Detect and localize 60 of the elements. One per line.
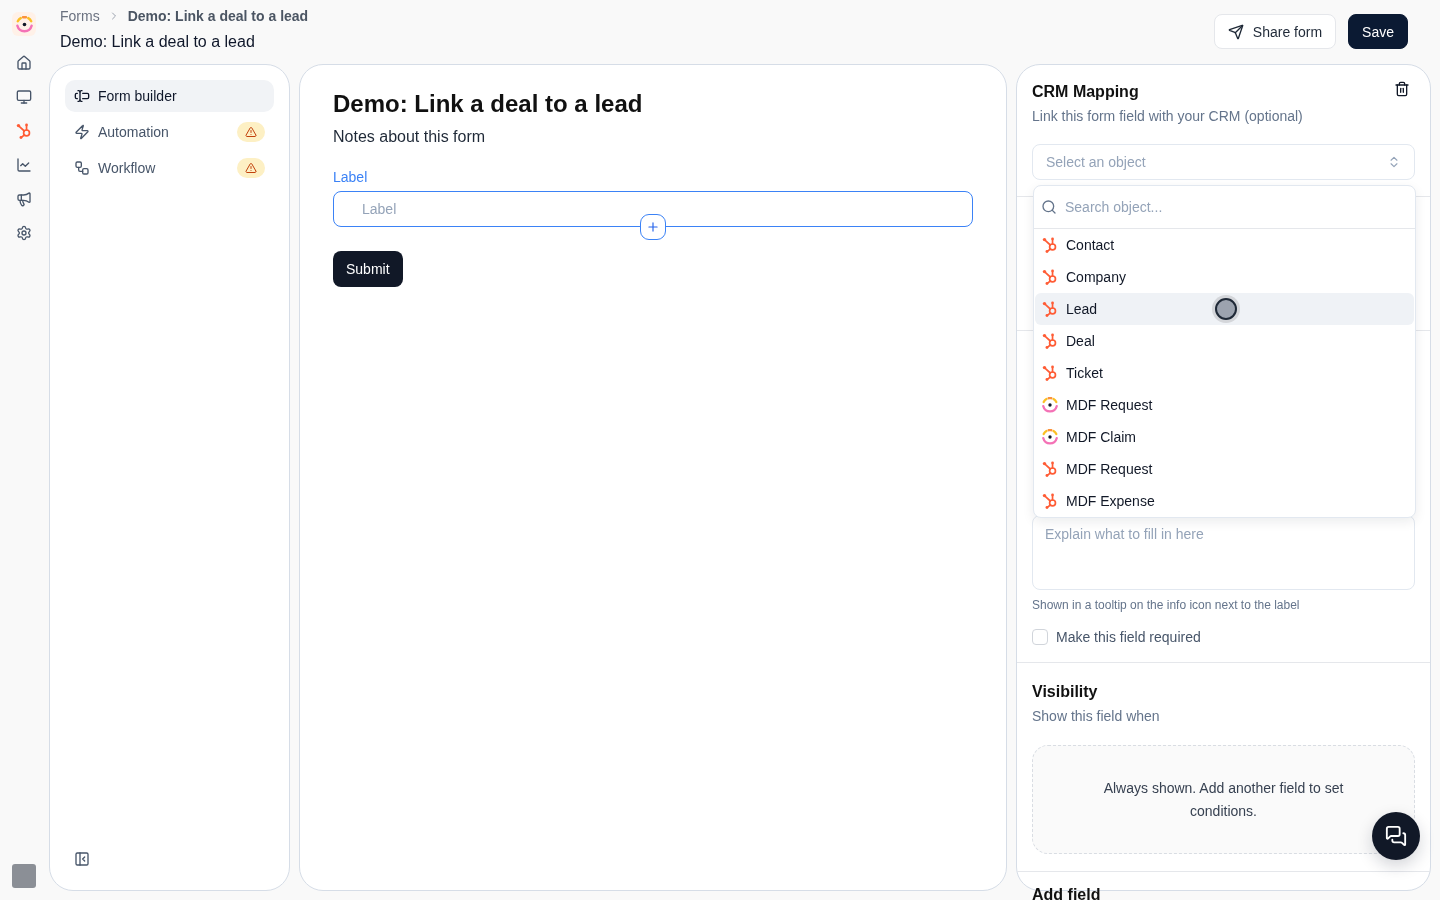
dropdown-option[interactable]: Lead xyxy=(1035,293,1414,325)
dropdown-option[interactable]: MDF Claim xyxy=(1035,421,1414,453)
monitor-icon[interactable] xyxy=(16,89,32,105)
app-logo-icon xyxy=(12,12,36,36)
line-chart-icon[interactable] xyxy=(16,157,32,173)
sidebar-item[interactable]: Workflow xyxy=(65,152,274,184)
submit-button[interactable]: Submit xyxy=(333,251,403,287)
form-title: Demo: Link a deal to a lead xyxy=(333,89,644,119)
section-subtitle: Show this field when xyxy=(1032,707,1161,726)
save-button[interactable]: Save xyxy=(1348,14,1408,49)
hub-node-icon xyxy=(1042,301,1058,317)
checkbox-label: Make this field required xyxy=(1056,629,1201,645)
hub-node-icon xyxy=(1042,365,1058,381)
settings-icon[interactable] xyxy=(16,225,32,241)
home-icon[interactable] xyxy=(16,55,32,71)
search-field[interactable]: Search object... xyxy=(1065,199,1408,215)
sidebar-item[interactable]: Automation xyxy=(65,116,274,148)
dropdown-option[interactable]: Ticket xyxy=(1035,357,1414,389)
help-text-field[interactable]: Explain what to fill in here xyxy=(1032,515,1415,590)
cursor-icon xyxy=(1212,295,1240,323)
hub-node-icon[interactable] xyxy=(16,123,32,139)
section-subtitle: Link this form field with your CRM (optional) xyxy=(1032,107,1304,126)
chat-icon xyxy=(1385,825,1407,847)
dropdown-option[interactable]: Company xyxy=(1035,261,1414,293)
dropdown-option[interactable]: MDF Request xyxy=(1035,389,1414,421)
field-label: Label xyxy=(333,168,369,187)
text-input-icon xyxy=(74,88,90,104)
help-text-hint: Shown in a tooltip on the info icon next to the label xyxy=(1032,597,1301,613)
checkbox[interactable] xyxy=(1032,629,1048,645)
megaphone-icon[interactable] xyxy=(16,191,32,207)
dropdown-option[interactable]: MDF Request xyxy=(1035,453,1414,485)
input-field[interactable]: Label xyxy=(333,191,973,227)
ring-logo-icon xyxy=(1042,429,1058,445)
workflow-icon xyxy=(74,160,90,176)
section-title: Add field xyxy=(1032,885,1102,900)
hub-node-icon xyxy=(1042,269,1058,285)
breadcrumb-current: Demo: Link a deal to a lead xyxy=(127,8,309,24)
hub-node-icon xyxy=(1042,461,1058,477)
hub-node-icon xyxy=(1042,493,1058,509)
section-title: Visibility xyxy=(1032,682,1099,702)
collapse-sidebar-icon[interactable] xyxy=(74,851,90,867)
form-description: Notes about this form xyxy=(333,127,487,147)
plus-icon xyxy=(646,220,660,234)
dropdown-option[interactable]: Contact xyxy=(1035,229,1414,261)
lightning-icon xyxy=(74,124,90,140)
add-field-button[interactable] xyxy=(640,214,666,240)
ring-logo-icon xyxy=(1042,397,1058,413)
send-icon xyxy=(1227,23,1244,40)
trash-icon[interactable] xyxy=(1394,81,1410,97)
share-button[interactable]: Share form xyxy=(1213,14,1337,49)
hub-node-icon xyxy=(1042,237,1058,253)
page-title: Demo: Link a deal to a lead xyxy=(60,32,256,52)
dropdown-option[interactable]: Deal xyxy=(1035,325,1414,357)
section-title: CRM Mapping xyxy=(1032,82,1139,102)
sidebar-item[interactable]: Form builder xyxy=(65,80,274,112)
breadcrumb-link[interactable]: Forms xyxy=(60,8,100,24)
dropdown-option[interactable]: MDF Expense xyxy=(1035,485,1414,517)
empty-message: Always shown. Add another field to set conditions. xyxy=(1102,778,1345,821)
search-icon xyxy=(1041,199,1057,215)
hub-node-icon xyxy=(1042,333,1058,349)
